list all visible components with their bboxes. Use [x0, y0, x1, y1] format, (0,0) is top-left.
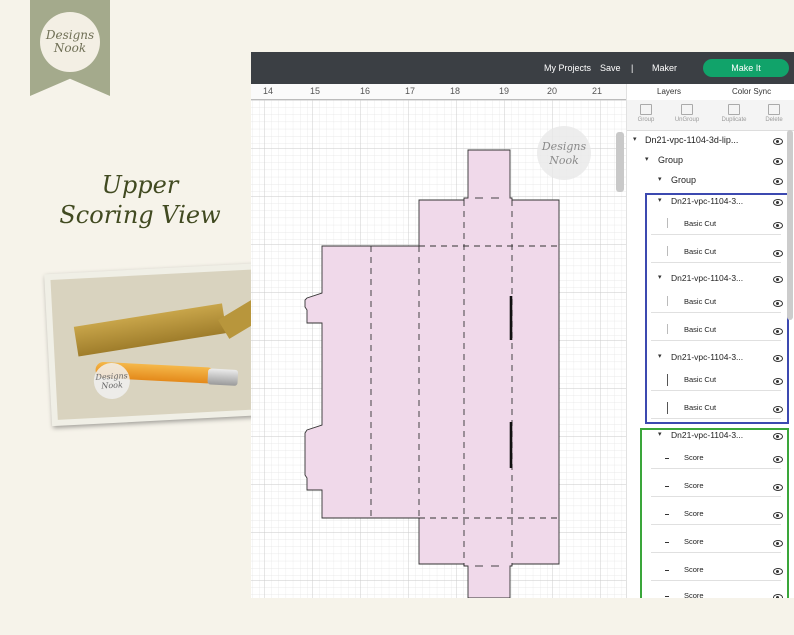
selection-outline-green [640, 428, 789, 598]
duplicate-icon [728, 104, 740, 115]
design-space-window: My Projects Save | Maker Make It 14 15 16 1… [251, 52, 794, 598]
my-projects-link[interactable]: My Projects [544, 63, 591, 73]
ruler-tick-label: 14 [263, 86, 274, 96]
visibility-eye-icon[interactable] [773, 138, 783, 145]
layer-row-group[interactable]: ▾ Group [627, 174, 787, 188]
canvas-drawing: Designs Nook [251, 100, 626, 598]
horizontal-ruler: 14 15 16 17 18 19 20 21 [251, 84, 626, 100]
photo-watermark: Designs Nook [92, 362, 131, 400]
ruler-tick-label: 21 [592, 86, 603, 96]
group-tool[interactable]: Group [628, 102, 664, 123]
layer-row-group[interactable]: ▾ Dn21-vpc-1104-3d-lip... [627, 134, 787, 148]
ruler-tick-label: 15 [310, 86, 321, 96]
headline: Upper Scoring View [40, 170, 240, 230]
panel-tabs: Layers Color Sync [627, 84, 794, 100]
layer-name: Dn21-vpc-1104-3d-lip... [645, 135, 739, 145]
logo: Designs Nook [40, 12, 100, 72]
tab-color-sync[interactable]: Color Sync [732, 87, 771, 96]
ungroup-icon [681, 104, 693, 115]
headline-line1: Upper [101, 171, 179, 199]
canvas-grid[interactable]: Designs Nook [251, 100, 626, 598]
visibility-eye-icon[interactable] [773, 158, 783, 165]
layers-scrollbar[interactable] [787, 130, 793, 320]
visibility-eye-icon[interactable] [773, 178, 783, 185]
selection-outline-blue [645, 193, 789, 424]
kraft-box-image [73, 303, 227, 357]
maker-selector[interactable]: Maker [652, 63, 677, 73]
expand-arrow-icon[interactable]: ▾ [645, 155, 649, 163]
expand-arrow-icon[interactable]: ▾ [633, 135, 637, 143]
ruler-tick-label: 20 [547, 86, 558, 96]
ruler-tick-label: 19 [499, 86, 510, 96]
watermark-text-bottom: Nook [548, 154, 579, 167]
layer-row-group[interactable]: ▾ Group [627, 154, 787, 168]
layer-toolbar: Group UnGroup Duplicate Delete [627, 100, 794, 131]
canvas-watermark: Designs Nook [537, 126, 591, 180]
watermark-text-top: Designs [541, 140, 587, 153]
ruler-tick-label: 18 [450, 86, 461, 96]
group-icon [640, 104, 652, 115]
expand-arrow-icon[interactable]: ▾ [658, 175, 662, 183]
trash-icon [768, 104, 780, 115]
save-button[interactable]: Save [600, 63, 621, 73]
layer-name: Group [658, 155, 684, 165]
layer-name: Group [671, 175, 697, 185]
logo-ribbon: Designs Nook [30, 0, 110, 96]
ungroup-tool[interactable]: UnGroup [669, 102, 705, 123]
ruler-tick-label: 17 [405, 86, 416, 96]
headline-line2: Scoring View [59, 201, 221, 229]
logo-text-bottom: Nook [53, 41, 87, 55]
tab-layers[interactable]: Layers [657, 87, 681, 96]
delete-tool[interactable]: Delete [756, 102, 792, 123]
topbar-separator: | [631, 63, 634, 73]
canvas-scrollbar[interactable] [616, 132, 624, 192]
make-it-button[interactable]: Make It [703, 59, 789, 77]
vial-cap-image [207, 368, 239, 386]
layers-panel: Layers Color Sync Group UnGroup Duplicat… [626, 84, 794, 598]
top-bar: My Projects Save | Maker Make It [251, 52, 794, 84]
duplicate-tool[interactable]: Duplicate [716, 102, 752, 123]
ruler-tick-label: 16 [360, 86, 371, 96]
